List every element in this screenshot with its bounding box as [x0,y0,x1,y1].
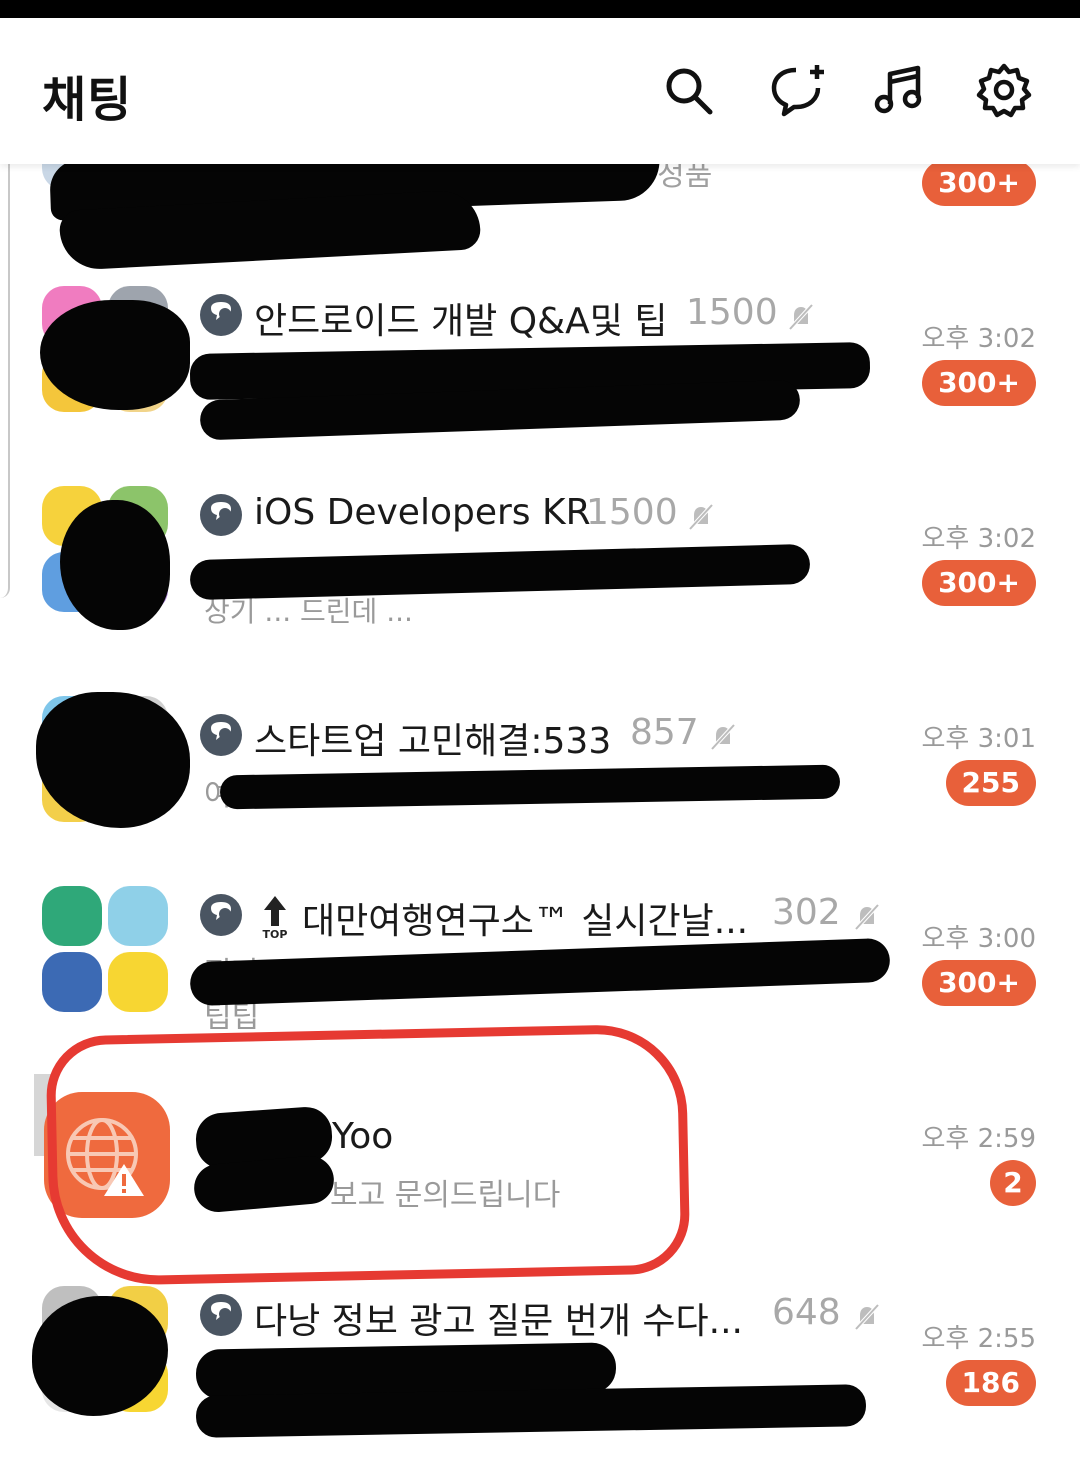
open-chat-icon [200,1294,242,1336]
chat-title: 다낭 정보 광고 질문 번개 수다... [254,1301,743,1342]
mute-icon [708,722,738,752]
member-count: 302 [772,892,841,933]
member-count: 648 [772,1292,841,1333]
member-count: 1500 [686,292,778,333]
unread-badge: 300+ [922,360,1036,406]
app-header: 채팅 [0,18,1080,164]
unread-badge: 2 [990,1160,1036,1206]
chat-time: 오후 3:02 [921,524,1037,554]
open-chat-icon [200,894,242,936]
search-icon[interactable] [660,62,716,118]
unread-badge: 300+ [922,560,1036,606]
page-title: 채팅 [42,72,133,128]
unread-badge: 186 [945,1360,1036,1406]
open-chat-icon [200,294,242,336]
mute-icon [786,302,816,332]
svg-text:TOP: TOP [263,928,288,940]
chat-time: 오후 2:59 [921,1124,1037,1154]
music-icon[interactable] [872,62,928,118]
mute-icon [852,1302,882,1332]
open-chat-icon [200,714,242,756]
chat-title: iOS Developers KR [254,492,591,533]
chat-title: 안드로이드 개발 Q&A및 팁 [254,301,668,342]
chat-time: 오후 3:02 [921,324,1037,354]
unread-badge: 300+ [922,960,1036,1006]
status-bar [0,0,1080,18]
mute-icon [852,902,882,932]
chat-title: 스타트업 고민해결:533 [254,721,612,762]
chat-avatar [42,886,170,1014]
redaction-mark [60,500,170,630]
unread-badge: 300+ [922,160,1036,206]
unread-badge: 255 [945,760,1036,806]
new-chat-icon[interactable] [770,62,826,118]
chat-time: 오후 2:55 [921,1324,1037,1354]
member-count: 857 [630,712,699,753]
mute-icon [686,502,716,532]
annotation-circle [45,1023,691,1287]
open-chat-icon [200,494,242,536]
settings-icon[interactable] [976,62,1032,118]
chat-time: 오후 3:00 [921,924,1037,954]
chat-time: 오후 3:01 [921,724,1037,754]
top-arrow-icon: TOP [258,894,292,941]
member-count: 1500 [586,492,678,533]
chat-title: 대만여행연구소™ 실시간날... [302,901,749,942]
